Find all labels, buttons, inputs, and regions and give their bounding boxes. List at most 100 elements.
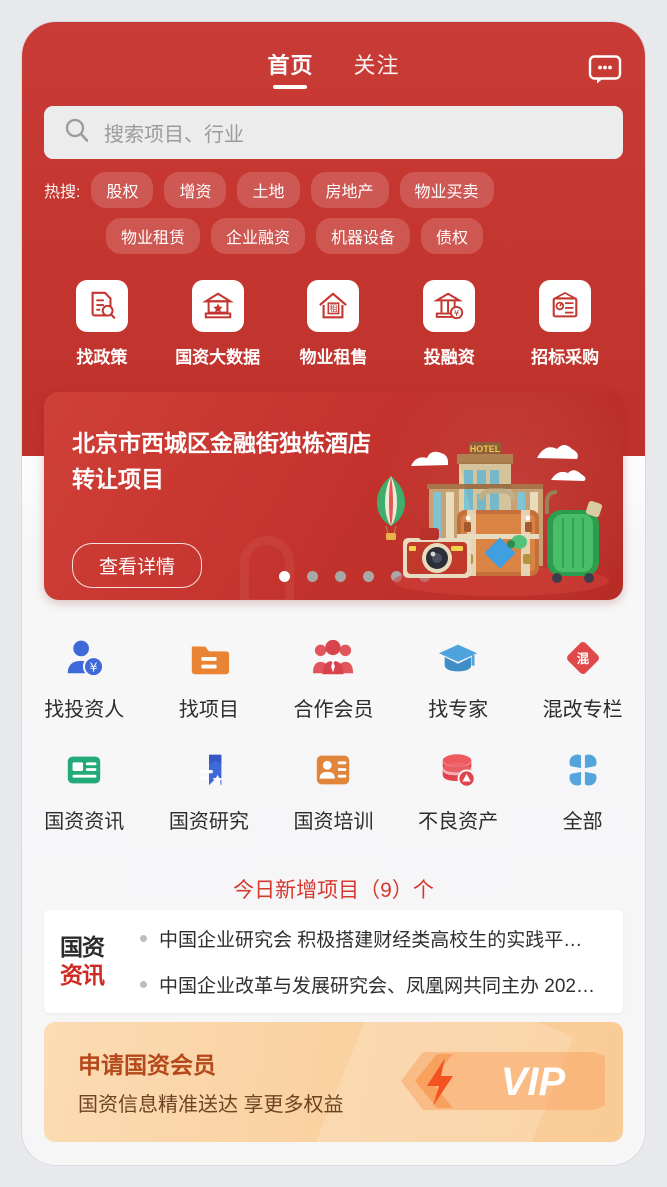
feature-sasac-news[interactable]: 国资资讯	[22, 734, 147, 846]
top-tabs: 首页 关注	[22, 44, 645, 92]
bookmark-star-icon	[187, 748, 231, 792]
house-rent-icon: 租	[307, 280, 360, 332]
svg-text:¥: ¥	[454, 309, 459, 318]
phone-frame: 首页 关注 搜索项目、行业 热搜: 股权 增资 土地 房地产 物业买卖 物业租赁…	[22, 22, 645, 1165]
tab-home[interactable]: 首页	[267, 48, 313, 88]
quick-actions: 找政策 国资大数据 租 物业租售 ¥ 投融资 招标采购	[44, 280, 623, 368]
vip-title: 申请国资会员	[78, 1052, 216, 1078]
quick-action-label: 找政策	[76, 348, 128, 367]
svg-text:HOTEL: HOTEL	[470, 444, 501, 454]
hot-tag-qiyerongzi[interactable]: 企业融资	[211, 218, 306, 254]
quick-action-bidding-procurement[interactable]: 招标采购	[507, 280, 623, 368]
bullet-dot-icon	[140, 935, 147, 942]
quick-action-sasac-bigdata[interactable]: 国资大数据	[160, 280, 276, 368]
bank-star-icon	[191, 280, 244, 332]
feature-find-project[interactable]: 找项目	[147, 622, 272, 734]
id-card-training-icon	[311, 748, 355, 792]
carousel-dot[interactable]	[307, 571, 318, 582]
feature-find-investor[interactable]: ¥ 找投资人	[22, 622, 147, 734]
news-item[interactable]: 中国企业研究会 积极搭建财经类高校生的实践平台...	[140, 916, 607, 962]
feature-partner-members[interactable]: 合作会员	[271, 622, 396, 734]
vip-subtitle: 国资信息精准送达 享更多权益	[78, 1094, 344, 1116]
quick-action-investment-financing[interactable]: ¥ 投融资	[391, 280, 507, 368]
feature-label: 国资培训	[293, 811, 374, 833]
feature-find-expert[interactable]: 找专家	[396, 622, 521, 734]
tab-follow-label: 关注	[353, 53, 400, 78]
hot-tag-wuyemaimai[interactable]: 物业买卖	[399, 172, 494, 208]
carousel-dot[interactable]	[335, 571, 346, 582]
quick-action-find-policy[interactable]: 找政策	[44, 280, 160, 368]
svg-text:混: 混	[576, 651, 589, 666]
feature-npl-assets[interactable]: 不良资产	[396, 734, 521, 846]
svg-text:¥: ¥	[90, 659, 98, 674]
hot-search-section: 热搜: 股权 增资 土地 房地产 物业买卖 物业租赁 企业融资 机器设备 债权	[44, 172, 623, 264]
carousel-dot[interactable]	[279, 571, 290, 582]
banner-title-line1: 北京市西城区金融街独栋酒店	[72, 430, 371, 456]
feature-sasac-training[interactable]: 国资培训	[271, 734, 396, 846]
today-new-projects: 今日新增项目（9）个	[233, 879, 434, 902]
hot-tag-jiqishebei[interactable]: 机器设备	[316, 218, 411, 254]
feature-grid-row-2: 国资资讯 国资研究 国资培训 不良资产 全部	[22, 734, 645, 846]
feature-label: 合作会员	[293, 699, 374, 721]
search-bar[interactable]: 搜索项目、行业	[44, 106, 623, 159]
feature-grid-row-1: ¥ 找投资人 找项目 合作会员 找专家 混 混改专栏	[22, 622, 645, 734]
feature-label: 找专家	[428, 699, 489, 721]
graduation-cap-icon	[436, 636, 480, 680]
feature-sasac-research[interactable]: 国资研究	[147, 734, 272, 846]
feature-label: 混改专栏	[542, 699, 623, 721]
quick-action-label: 投融资	[423, 348, 475, 367]
quick-action-label: 物业租售	[299, 348, 368, 367]
hot-search-row-1: 热搜: 股权 增资 土地 房地产 物业买卖	[44, 172, 623, 208]
bank-coin-icon: ¥	[423, 280, 476, 332]
bullet-dot-icon	[140, 981, 147, 988]
banner-watermark	[240, 536, 294, 600]
hot-tag-fangdichan[interactable]: 房地产	[310, 172, 389, 208]
hot-tag-tudi[interactable]: 土地	[237, 172, 300, 208]
quick-action-property-rent-sale[interactable]: 租 物业租售	[276, 280, 392, 368]
feature-label: 国资资讯	[44, 811, 125, 833]
hot-tag-zengzi[interactable]: 增资	[164, 172, 227, 208]
partner-members-icon	[311, 636, 355, 680]
feature-all[interactable]: 全部	[520, 734, 645, 846]
news-headline: 中国企业研究会 积极搭建财经类高校生的实践平台...	[159, 930, 597, 951]
vip-membership-banner[interactable]: 申请国资会员 国资信息精准送达 享更多权益 VIP	[44, 1022, 623, 1142]
folder-project-icon	[187, 636, 231, 680]
hot-search-row-2: 物业租赁 企业融资 机器设备 债权	[44, 218, 623, 254]
vip-badge: VIP	[393, 1048, 618, 1114]
tab-follow[interactable]: 关注	[354, 48, 400, 88]
feature-label: 全部	[562, 811, 603, 833]
news-section-tag: 国资 资讯	[60, 934, 132, 988]
feature-label: 国资研究	[168, 811, 249, 833]
hot-tag-wuyezulin[interactable]: 物业租赁	[106, 218, 201, 254]
bid-board-icon	[539, 280, 592, 332]
hotel-luggage-illustration: HOTEL	[361, 418, 609, 598]
hot-tag-gugquan[interactable]: 股权	[91, 172, 154, 208]
four-petal-grid-icon	[561, 748, 605, 792]
view-details-button[interactable]: 查看详情	[72, 543, 203, 588]
news-item[interactable]: 中国企业改革与发展研究会、凤凰网共同主办 2021...	[140, 962, 607, 1008]
hot-tag-zhaiquan[interactable]: 债权	[421, 218, 484, 254]
news-headline: 中国企业改革与发展研究会、凤凰网共同主办 2021...	[159, 976, 597, 997]
coin-stack-warning-icon	[436, 748, 480, 792]
promo-banner-card[interactable]: 北京市西城区金融街独栋酒店 转让项目 查看详情 HOTEL	[44, 392, 623, 600]
banner-title-line2: 转让项目	[72, 465, 164, 492]
search-input[interactable]: 搜索项目、行业	[104, 118, 244, 147]
feature-grid: ¥ 找投资人 找项目 合作会员 找专家 混 混改专栏 国资资讯 国资研究 国资培…	[22, 622, 645, 846]
chat-bubble-icon[interactable]	[587, 54, 623, 84]
news-card-icon	[62, 748, 106, 792]
svg-text:租: 租	[330, 304, 339, 314]
news-section[interactable]: 国资 资讯 中国企业研究会 积极搭建财经类高校生的实践平台... 中国企业改革与…	[44, 910, 623, 1013]
tab-home-label: 首页	[267, 53, 314, 78]
feature-label: 不良资产	[418, 811, 499, 833]
search-icon	[64, 117, 90, 148]
feature-label: 找项目	[178, 699, 239, 721]
feature-mixed-reform-column[interactable]: 混 混改专栏	[520, 622, 645, 734]
news-list: 中国企业研究会 积极搭建财经类高校生的实践平台... 中国企业改革与发展研究会、…	[140, 916, 607, 1008]
banner-title: 北京市西城区金融街独栋酒店 转让项目	[72, 426, 402, 497]
news-tag-line2: 资讯	[60, 961, 105, 988]
view-details-label: 查看详情	[99, 557, 176, 578]
hot-search-label: 热搜:	[44, 184, 81, 201]
investor-person-yuan-icon: ¥	[62, 636, 106, 680]
diamond-hun-icon: 混	[561, 636, 605, 680]
feature-label: 找投资人	[44, 699, 125, 721]
